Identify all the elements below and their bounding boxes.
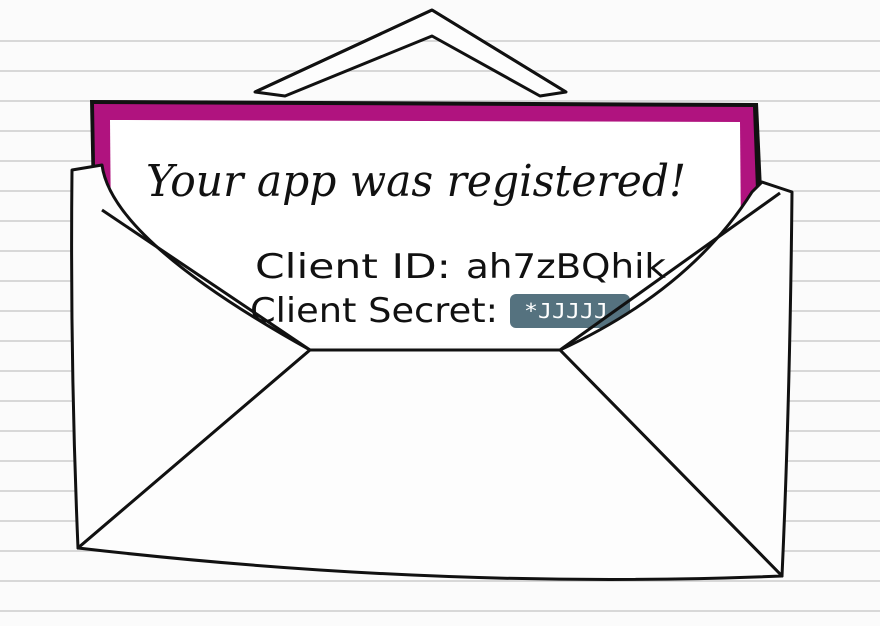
- notebook-paper-background: Your app was registered! Client ID: ah7z…: [0, 0, 880, 626]
- envelope-top-flap-right: [431, 8, 567, 94]
- client-id-value: ah7zBQhik: [466, 247, 666, 287]
- envelope-top-flap-left: [254, 8, 433, 94]
- client-secret-value: *JJJJJ: [524, 299, 608, 323]
- envelope-illustration: Your app was registered! Client ID: ah7z…: [70, 8, 794, 581]
- letter-title: Your app was registered!: [146, 156, 686, 207]
- client-secret-label: Client Secret:: [250, 291, 498, 331]
- envelope-top-flap: [253, 8, 568, 98]
- client-id-label: Client ID:: [255, 247, 451, 287]
